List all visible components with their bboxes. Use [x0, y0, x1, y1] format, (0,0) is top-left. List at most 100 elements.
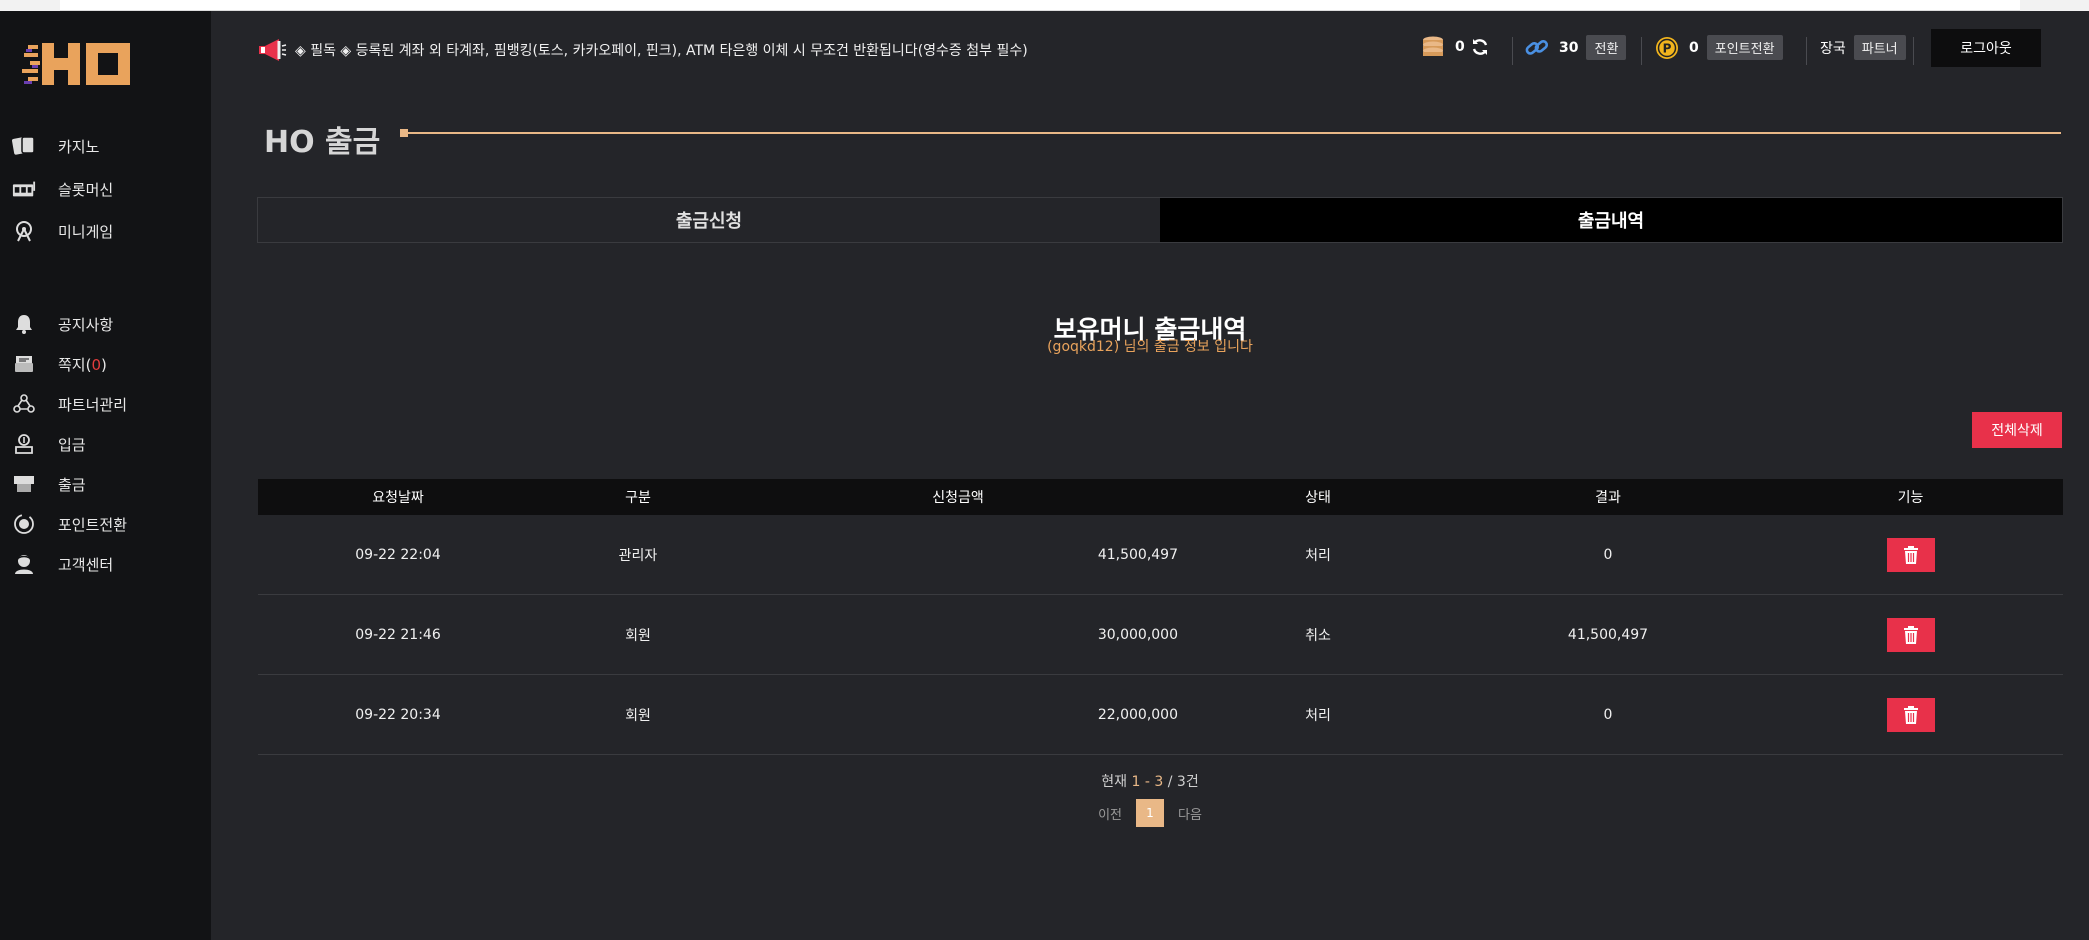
- section-subtitle: (goqkd12) 님의 출금 정보 입니다: [211, 336, 2089, 356]
- pagination-info: 현재 1 - 3 / 3건: [211, 771, 2089, 791]
- money-balance: 0: [1421, 35, 1489, 59]
- cell-action: [1758, 697, 2063, 732]
- sidebar-item-notice[interactable]: 공지사항: [0, 307, 211, 341]
- sidebar-item-label: 슬롯머신: [58, 180, 114, 199]
- sidebar-item-label: 공지사항: [58, 315, 114, 334]
- delete-row-button[interactable]: [1886, 537, 1935, 572]
- cell-date: 09-22 20:34: [355, 706, 441, 723]
- cell-result: 0: [1603, 546, 1613, 563]
- table-row: 09-22 21:46 회원 30,000,000 취소 41,500,497: [258, 595, 2063, 675]
- top-bar: ◈ 필독 ◈ 등록된 계좌 외 타계좌, 핌뱅킹(토스, 카카오페이, 핀크),…: [211, 11, 2089, 85]
- cell-type: 관리자: [618, 547, 658, 564]
- logout-button[interactable]: 로그아웃: [1931, 29, 2041, 67]
- table-row: 09-22 20:34 회원 22,000,000 처리 0: [258, 675, 2063, 755]
- delete-row-button[interactable]: [1886, 617, 1935, 652]
- megaphone-icon: [259, 39, 287, 61]
- sidebar-item-label: 미니게임: [58, 222, 114, 241]
- col-header-action: 기능: [1897, 490, 1924, 506]
- cell-action: [1758, 537, 2063, 572]
- chain-icon: [1525, 39, 1549, 55]
- cell-status: 처리: [1305, 707, 1331, 724]
- svg-text:P: P: [1663, 41, 1672, 55]
- cell-status: 처리: [1305, 547, 1331, 564]
- rolling-convert-button[interactable]: 전환: [1586, 35, 1627, 60]
- rolling-value: 30: [1559, 39, 1579, 56]
- message-icon: [12, 352, 36, 376]
- delete-all-button[interactable]: 전체삭제: [1972, 412, 2062, 448]
- cell-date: 09-22 22:04: [355, 546, 441, 563]
- refresh-icon[interactable]: [1471, 38, 1489, 56]
- sidebar: 카지노 슬롯머신 미니게임 공지사항 쪽지(0) 파트너관리 입금 출금 포인트…: [0, 11, 211, 940]
- sidebar-item-label: 입금: [58, 435, 86, 454]
- header-divider: [1512, 37, 1513, 65]
- sidebar-item-label: 카지노: [58, 137, 100, 156]
- user-id: (goqkd12): [1047, 339, 1120, 355]
- pagination-range: 1 - 3: [1131, 774, 1164, 790]
- sidebar-item-partner[interactable]: 파트너관리: [0, 387, 211, 421]
- message-label-suffix: ): [101, 355, 107, 374]
- cell-amount: 41,500,497: [1097, 546, 1178, 563]
- col-header-amount: 신청금액: [932, 490, 984, 506]
- notice-text: ◈ 필독 ◈ 등록된 계좌 외 타계좌, 핌뱅킹(토스, 카카오페이, 핀크),…: [295, 43, 1028, 59]
- tab-withdraw-request[interactable]: 출금신청: [258, 198, 1160, 242]
- col-header-date: 요청날짜: [372, 490, 424, 506]
- point-coin-icon: P: [1656, 36, 1678, 59]
- col-header-status: 상태: [1305, 490, 1331, 506]
- delete-row-button[interactable]: [1886, 697, 1935, 732]
- sidebar-item-label: 출금: [58, 475, 86, 494]
- sidebar-item-point[interactable]: 포인트전환: [0, 507, 211, 541]
- site-logo[interactable]: [22, 37, 142, 95]
- withdraw-tabs: 출금신청 출금내역: [257, 197, 2063, 243]
- sidebar-item-withdraw[interactable]: 출금: [0, 467, 211, 501]
- page-number-current[interactable]: 1: [1136, 799, 1164, 827]
- table-header: 요청날짜 구분 신청금액 상태 결과 기능: [258, 479, 2063, 515]
- sidebar-item-deposit[interactable]: 입금: [0, 427, 211, 461]
- sidebar-item-minigame[interactable]: 미니게임: [0, 214, 211, 248]
- pagination-suffix: / 3건: [1163, 774, 1199, 790]
- browser-top-strip-inner: [60, 0, 2020, 11]
- col-header-type: 구분: [625, 490, 651, 506]
- point-convert-button[interactable]: 포인트전환: [1706, 35, 1783, 60]
- tab-withdraw-history[interactable]: 출금내역: [1160, 198, 2062, 242]
- point-value: 0: [1689, 39, 1699, 56]
- sidebar-item-support[interactable]: 고객센터: [0, 547, 211, 581]
- withdraw-icon: [12, 472, 36, 496]
- sidebar-item-slot[interactable]: 슬롯머신: [0, 172, 211, 206]
- cards-icon: [12, 134, 36, 158]
- cell-status: 취소: [1305, 627, 1331, 644]
- header-divider: [1806, 37, 1807, 65]
- pagination: 이전 1 다음: [211, 799, 2089, 827]
- main-content: ◈ 필독 ◈ 등록된 계좌 외 타계좌, 핌뱅킹(토스, 카카오페이, 핀크),…: [211, 11, 2089, 940]
- support-icon: [12, 552, 36, 576]
- sidebar-item-message[interactable]: 쪽지(0): [0, 347, 211, 381]
- rolling-balance: 30 전환: [1525, 35, 1627, 60]
- sidebar-item-label: 포인트전환: [58, 515, 128, 534]
- message-count-badge: 0: [91, 355, 101, 374]
- deposit-icon: [12, 432, 36, 456]
- money-value: 0: [1455, 39, 1465, 55]
- sidebar-item-label: 고객센터: [58, 555, 114, 574]
- header-divider: [1913, 37, 1914, 65]
- sidebar-item-label: 파트너관리: [58, 395, 128, 414]
- title-underline: [401, 132, 2061, 134]
- col-header-result: 결과: [1595, 490, 1621, 506]
- pagination-prefix: 현재: [1101, 774, 1132, 790]
- cell-amount: 22,000,000: [1097, 706, 1178, 723]
- notice-marquee: ◈ 필독 ◈ 등록된 계좌 외 타계좌, 핌뱅킹(토스, 카카오페이, 핀크),…: [257, 37, 1028, 63]
- point-balance: P 0 포인트전환: [1655, 35, 1783, 60]
- cell-type: 회원: [625, 707, 651, 724]
- cell-date: 09-22 21:46: [355, 626, 441, 643]
- next-page-link[interactable]: 다음: [1178, 804, 1202, 823]
- coins-icon: [1423, 36, 1443, 56]
- prev-page-link[interactable]: 이전: [1098, 804, 1122, 823]
- point-convert-icon: [12, 512, 36, 536]
- cell-amount: 30,000,000: [1097, 626, 1178, 643]
- sidebar-item-casino[interactable]: 카지노: [0, 129, 211, 163]
- user-rank: 장국 파트너: [1820, 35, 1906, 60]
- trash-icon: [1903, 545, 1918, 564]
- table-row: 09-22 22:04 관리자 41,500,497 처리 0: [258, 515, 2063, 595]
- header-divider: [1641, 37, 1642, 65]
- partner-button[interactable]: 파트너: [1853, 35, 1906, 60]
- network-icon: [12, 392, 36, 416]
- cell-type: 회원: [625, 627, 651, 644]
